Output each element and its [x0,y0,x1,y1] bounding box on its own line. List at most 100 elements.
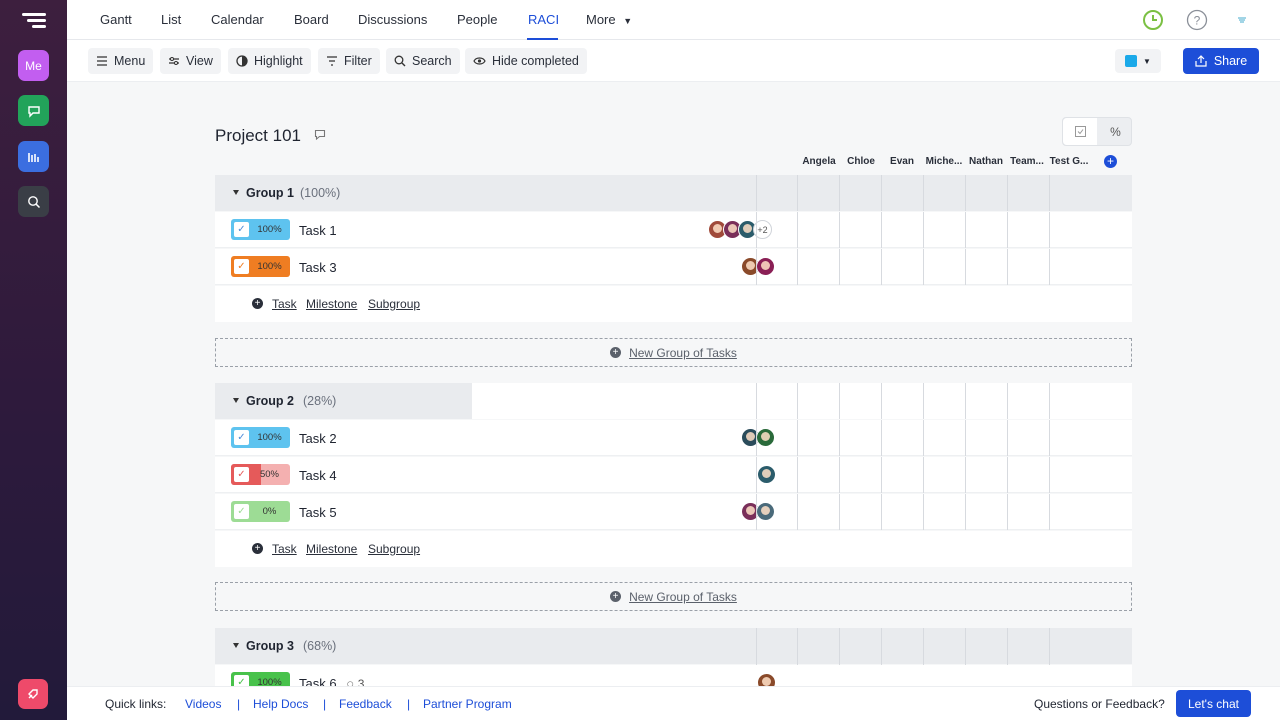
raci-cell[interactable] [1050,249,1092,285]
task-name[interactable]: Task 4 [299,468,337,483]
raci-person-header[interactable]: Test G... [1048,156,1090,167]
raci-cell[interactable] [966,494,1008,530]
raci-cell[interactable] [882,212,924,248]
raci-cell[interactable] [1008,175,1050,211]
check-icon[interactable]: ✓ [234,259,249,274]
raci-cell[interactable] [1050,420,1092,456]
progress-bar[interactable]: ✓ 100% [231,672,290,686]
search-icon[interactable] [18,186,49,217]
raci-cell[interactable] [840,494,882,530]
task-name[interactable]: Task 3 [299,260,337,275]
raci-cell[interactable] [840,628,882,665]
share-button[interactable]: Share [1183,48,1259,74]
videos-link[interactable]: Videos [185,697,221,711]
raci-cell[interactable] [840,457,882,493]
caret-down-icon[interactable] [233,643,239,648]
task-name[interactable]: Task 6 ○ 3 [299,676,364,686]
raci-person-header[interactable]: Chloe [840,156,882,167]
raci-cell[interactable] [756,249,798,285]
raci-cell[interactable] [924,628,966,665]
caret-down-icon[interactable] [233,190,239,195]
raci-cell[interactable] [798,383,840,419]
check-icon[interactable]: ✓ [234,675,249,686]
task-row[interactable]: ✓ 100% Task 6 ○ 3 [215,665,1132,686]
raci-cell[interactable] [840,383,882,419]
menu-button[interactable]: Menu [88,48,154,74]
assignee-avatars[interactable] [757,673,776,686]
raci-cell[interactable] [1050,457,1092,493]
raci-cell[interactable] [756,457,798,493]
raci-cell[interactable] [1050,212,1092,248]
raci-cell[interactable] [1008,212,1050,248]
app-logo-icon[interactable] [22,13,46,31]
search-button[interactable]: Search [386,48,460,74]
raci-cell[interactable] [966,628,1008,665]
raci-cell[interactable] [840,420,882,456]
raci-cell[interactable] [924,383,966,419]
raci-cell[interactable] [882,383,924,419]
tab-more[interactable]: More ▼ [586,12,632,27]
add-subgroup-link[interactable]: Subgroup [368,297,420,311]
checkbox-view-button[interactable] [1063,118,1097,145]
raci-cell[interactable] [798,420,840,456]
raci-cell[interactable] [756,175,798,211]
raci-cell[interactable] [882,494,924,530]
tab-board[interactable]: Board [294,12,329,27]
raci-cell[interactable] [924,457,966,493]
raci-cell[interactable] [798,249,840,285]
raci-person-header[interactable]: Team... [1006,156,1048,167]
view-button[interactable]: View [160,48,221,74]
chart-icon[interactable] [18,141,49,172]
lets-chat-button[interactable]: Let's chat [1176,690,1251,717]
raci-cell[interactable] [798,175,840,211]
raci-cell[interactable] [924,420,966,456]
check-icon[interactable]: ✓ [234,467,249,482]
progress-bar[interactable]: ✓ 100% [231,256,290,277]
add-task-link[interactable]: Task [272,297,297,311]
new-group-button[interactable]: + New Group of Tasks [215,582,1132,611]
raci-cell[interactable] [924,212,966,248]
raci-cell[interactable] [756,494,798,530]
partner-program-link[interactable]: Partner Program [423,697,512,711]
raci-cell[interactable] [924,249,966,285]
raci-cell[interactable] [798,212,840,248]
raci-cell[interactable] [756,212,798,248]
add-subgroup-link[interactable]: Subgroup [368,542,420,556]
tab-list[interactable]: List [161,12,181,27]
clock-icon[interactable] [1142,9,1164,31]
raci-cell[interactable] [798,494,840,530]
percent-view-button[interactable]: % [1099,118,1132,145]
raci-cell[interactable] [1008,249,1050,285]
raci-cell[interactable] [882,628,924,665]
raci-cell[interactable] [1008,420,1050,456]
raci-cell[interactable] [966,249,1008,285]
feedback-link[interactable]: Feedback [339,697,392,711]
check-icon[interactable]: ✓ [234,222,249,237]
raci-cell[interactable] [1050,383,1092,419]
raci-cell[interactable] [1008,457,1050,493]
raci-cell[interactable] [882,175,924,211]
progress-bar[interactable]: ✓ 100% [231,427,290,448]
raci-cell[interactable] [840,249,882,285]
add-milestone-link[interactable]: Milestone [306,297,357,311]
progress-bar[interactable]: ✓ 50% [231,464,290,485]
raci-cell[interactable] [1050,175,1092,211]
add-person-icon[interactable]: + [1104,155,1117,168]
raci-cell[interactable] [798,457,840,493]
raci-cell[interactable] [1050,494,1092,530]
raci-cell[interactable] [840,175,882,211]
rocket-icon[interactable] [18,679,48,709]
comment-icon[interactable] [314,129,326,140]
notifications-icon[interactable] [1235,13,1249,27]
raci-cell[interactable] [798,628,840,665]
raci-cell[interactable] [1050,628,1092,665]
raci-cell[interactable] [924,494,966,530]
caret-down-icon[interactable] [233,398,239,403]
new-group-button[interactable]: + New Group of Tasks [215,338,1132,367]
hide-completed-button[interactable]: Hide completed [465,48,587,74]
help-icon[interactable]: ? [1186,9,1208,31]
tab-discussions[interactable]: Discussions [358,12,427,27]
raci-cell[interactable] [756,420,798,456]
chat-icon[interactable] [18,95,49,126]
raci-person-header[interactable]: Angela [798,156,840,167]
